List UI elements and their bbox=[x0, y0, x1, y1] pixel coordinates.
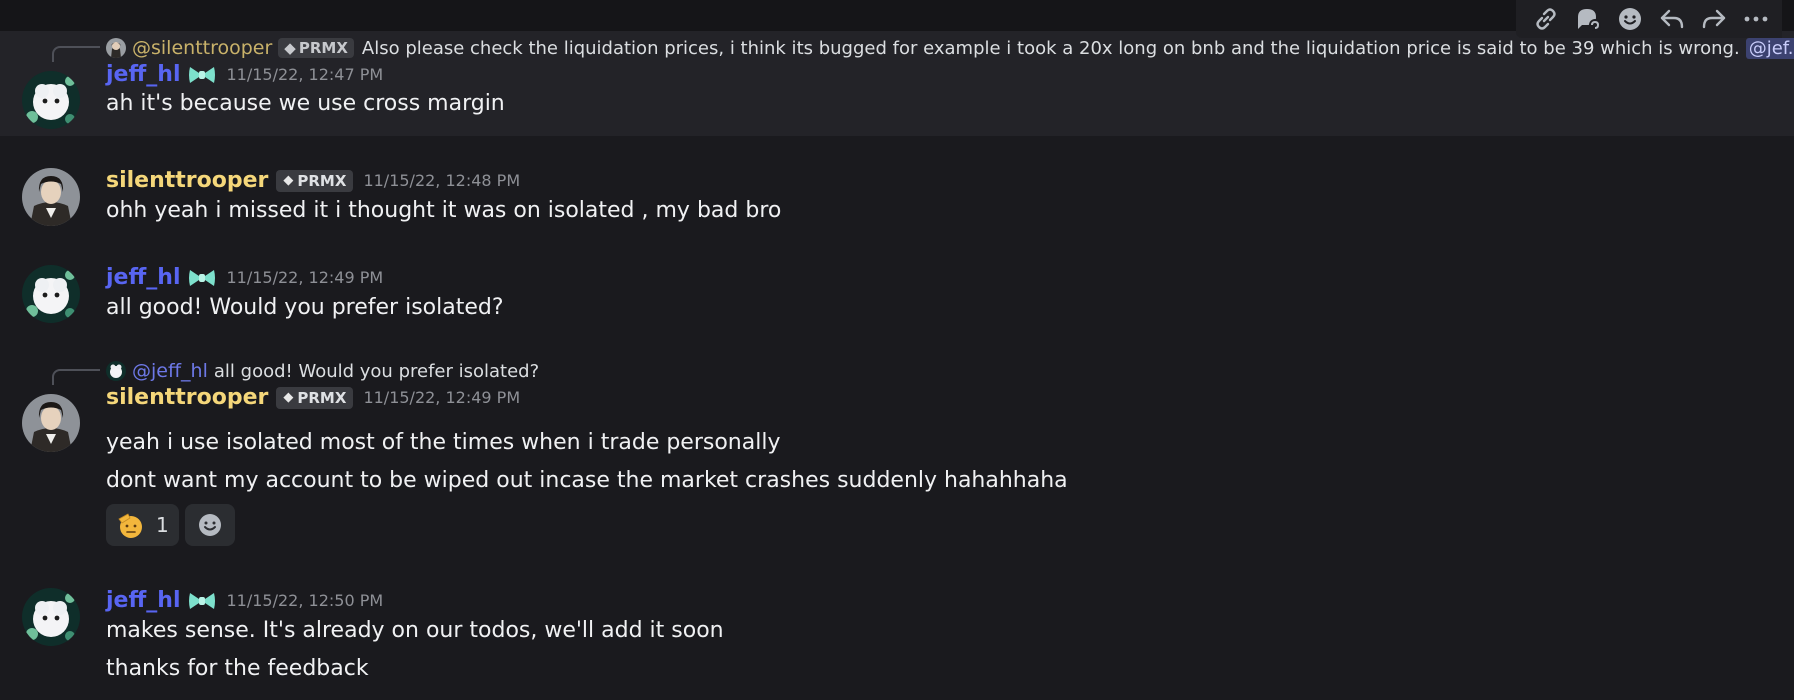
timestamp[interactable]: 11/15/22, 12:48 PM bbox=[363, 171, 520, 190]
message-2[interactable]: silenttrooper ◆ PRMX 11/15/22, 12:48 PM o… bbox=[0, 160, 1794, 240]
add-reaction-icon[interactable] bbox=[1614, 3, 1646, 35]
reply-spine bbox=[52, 369, 100, 385]
message-header: jeff_hl 11/15/22, 12:47 PM bbox=[106, 62, 383, 87]
timestamp[interactable]: 11/15/22, 12:47 PM bbox=[227, 65, 384, 84]
message-header: silenttrooper ◆ PRMX 11/15/22, 12:48 PM bbox=[106, 168, 520, 193]
saluting-face-icon bbox=[118, 513, 142, 538]
avatar[interactable] bbox=[22, 168, 80, 226]
message-text: makes sense. It's already on our todos, … bbox=[106, 618, 724, 643]
avatar[interactable] bbox=[22, 71, 80, 129]
jeff-mini-avatar bbox=[106, 361, 126, 381]
role-badge: ◆ PRMX bbox=[276, 386, 354, 409]
message-5[interactable]: jeff_hl 11/15/22, 12:50 PM makes sense. … bbox=[0, 580, 1794, 700]
reaction-saluting-face[interactable]: 1 bbox=[106, 504, 179, 546]
bow-icon bbox=[188, 592, 215, 609]
reply-author[interactable]: @silenttrooper bbox=[132, 37, 272, 59]
message-text: ah it's because we use cross margin bbox=[106, 91, 505, 116]
author-name[interactable]: silenttrooper bbox=[106, 385, 268, 410]
badge-label: PRMX bbox=[297, 171, 347, 190]
message-header: silenttrooper ◆ PRMX 11/15/22, 12:49 PM bbox=[106, 385, 520, 410]
gem-icon: ◆ bbox=[283, 173, 294, 188]
author-name[interactable]: jeff_hl bbox=[106, 265, 181, 290]
message-toolbar bbox=[1516, 0, 1782, 38]
forward-icon[interactable] bbox=[1698, 3, 1730, 35]
message-1[interactable]: @silenttrooper ◆ PRMX Also please check t… bbox=[0, 31, 1794, 136]
reply-author[interactable]: @jeff_hl bbox=[132, 360, 208, 382]
silenttrooper-mini-avatar bbox=[106, 38, 126, 58]
message-text: thanks for the feedback bbox=[106, 656, 369, 681]
avatar[interactable] bbox=[22, 588, 80, 646]
reactions-bar: 1 bbox=[106, 504, 235, 546]
role-badge: ◆ PRMX bbox=[276, 169, 354, 192]
reaction-count: 1 bbox=[156, 513, 169, 537]
author-name[interactable]: silenttrooper bbox=[106, 168, 268, 193]
reply-mention[interactable]: @jef... bbox=[1745, 37, 1794, 59]
gem-icon: ◆ bbox=[283, 390, 294, 405]
message-text: yeah i use isolated most of the times wh… bbox=[106, 430, 781, 455]
more-icon[interactable] bbox=[1740, 3, 1772, 35]
timestamp[interactable]: 11/15/22, 12:49 PM bbox=[363, 388, 520, 407]
reply-icon[interactable] bbox=[1656, 3, 1688, 35]
reply-role-badge: ◆ PRMX bbox=[278, 38, 354, 58]
message-4[interactable]: @jeff_hl all good! Would you prefer isol… bbox=[0, 356, 1794, 556]
link-icon[interactable] bbox=[1530, 3, 1562, 35]
reply-preview[interactable]: @silenttrooper ◆ PRMX Also please check t… bbox=[52, 35, 1794, 62]
gem-icon: ◆ bbox=[284, 39, 296, 57]
reply-badge-label: PRMX bbox=[298, 39, 348, 57]
reply-preview[interactable]: @jeff_hl all good! Would you prefer isol… bbox=[52, 358, 540, 385]
badge-label: PRMX bbox=[297, 388, 347, 407]
timestamp[interactable]: 11/15/22, 12:50 PM bbox=[227, 591, 384, 610]
avatar[interactable] bbox=[22, 265, 80, 323]
author-name[interactable]: jeff_hl bbox=[106, 588, 181, 613]
message-3[interactable]: jeff_hl 11/15/22, 12:49 PM all good! Wou… bbox=[0, 257, 1794, 337]
add-reaction-icon bbox=[198, 514, 221, 536]
message-text: ohh yeah i missed it i thought it was on… bbox=[106, 198, 782, 223]
message-header: jeff_hl 11/15/22, 12:49 PM bbox=[106, 265, 383, 290]
message-text: dont want my account to be wiped out inc… bbox=[106, 468, 1068, 493]
reply-spine bbox=[52, 46, 100, 62]
thread-icon[interactable] bbox=[1572, 3, 1604, 35]
message-header: jeff_hl 11/15/22, 12:50 PM bbox=[106, 588, 383, 613]
author-name[interactable]: jeff_hl bbox=[106, 62, 181, 87]
bow-icon bbox=[188, 66, 215, 83]
reply-text: all good! Would you prefer isolated? bbox=[213, 360, 540, 382]
timestamp[interactable]: 11/15/22, 12:49 PM bbox=[227, 268, 384, 287]
add-reaction-button[interactable] bbox=[184, 504, 235, 546]
reply-text: Also please check the liquidation prices… bbox=[361, 37, 1740, 59]
message-text: all good! Would you prefer isolated? bbox=[106, 295, 504, 320]
avatar[interactable] bbox=[22, 394, 80, 452]
bow-icon bbox=[188, 269, 215, 286]
